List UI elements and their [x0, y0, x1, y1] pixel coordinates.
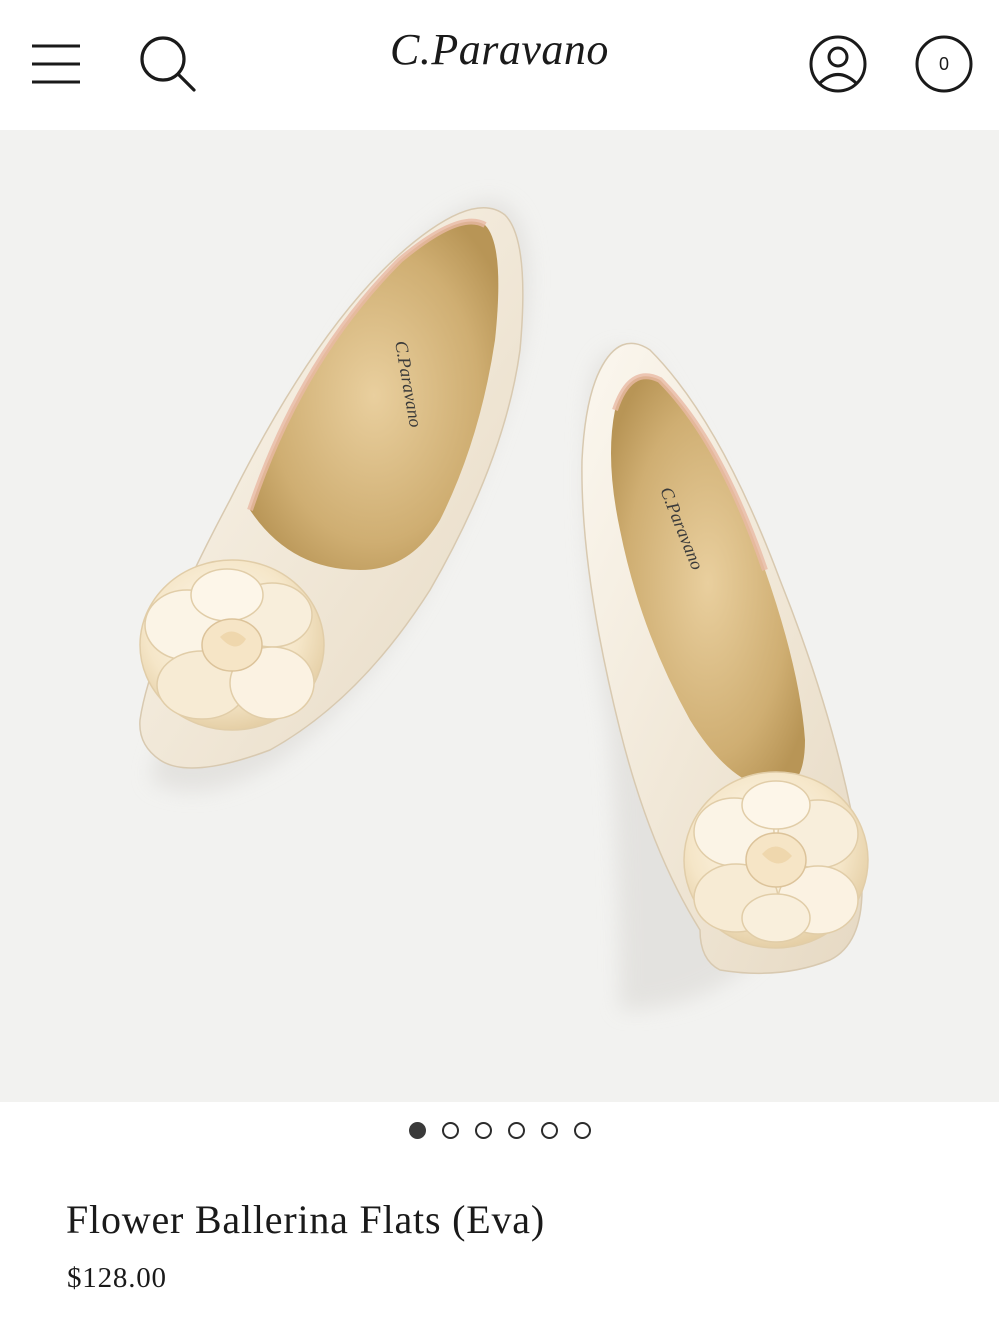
- left-shoe-flower: [139, 559, 325, 731]
- product-photo: C.Paravano C.Paravano: [0, 130, 999, 1102]
- carousel-dot[interactable]: [507, 1122, 525, 1139]
- product-page: C.Paravano 0 C.Paravano C.Paravano Flowe…: [0, 0, 999, 1333]
- account-icon: [809, 35, 867, 93]
- carousel-dot[interactable]: [573, 1122, 591, 1139]
- carousel-dot[interactable]: [474, 1122, 492, 1139]
- carousel-dot[interactable]: [540, 1122, 558, 1139]
- account-button[interactable]: [806, 32, 870, 96]
- product-title: Flower Ballerina Flats (Eva): [66, 1197, 545, 1242]
- site-header: C.Paravano 0: [0, 0, 999, 130]
- product-image[interactable]: C.Paravano C.Paravano: [0, 130, 999, 1102]
- cart-button[interactable]: 0: [912, 32, 976, 96]
- product-price: $128.00: [67, 1262, 167, 1294]
- carousel-dot[interactable]: [408, 1122, 426, 1139]
- image-carousel-dots: [0, 1122, 999, 1146]
- cart-count: 0: [938, 53, 949, 74]
- right-shoe-flower: [683, 771, 869, 949]
- carousel-dot[interactable]: [441, 1122, 459, 1139]
